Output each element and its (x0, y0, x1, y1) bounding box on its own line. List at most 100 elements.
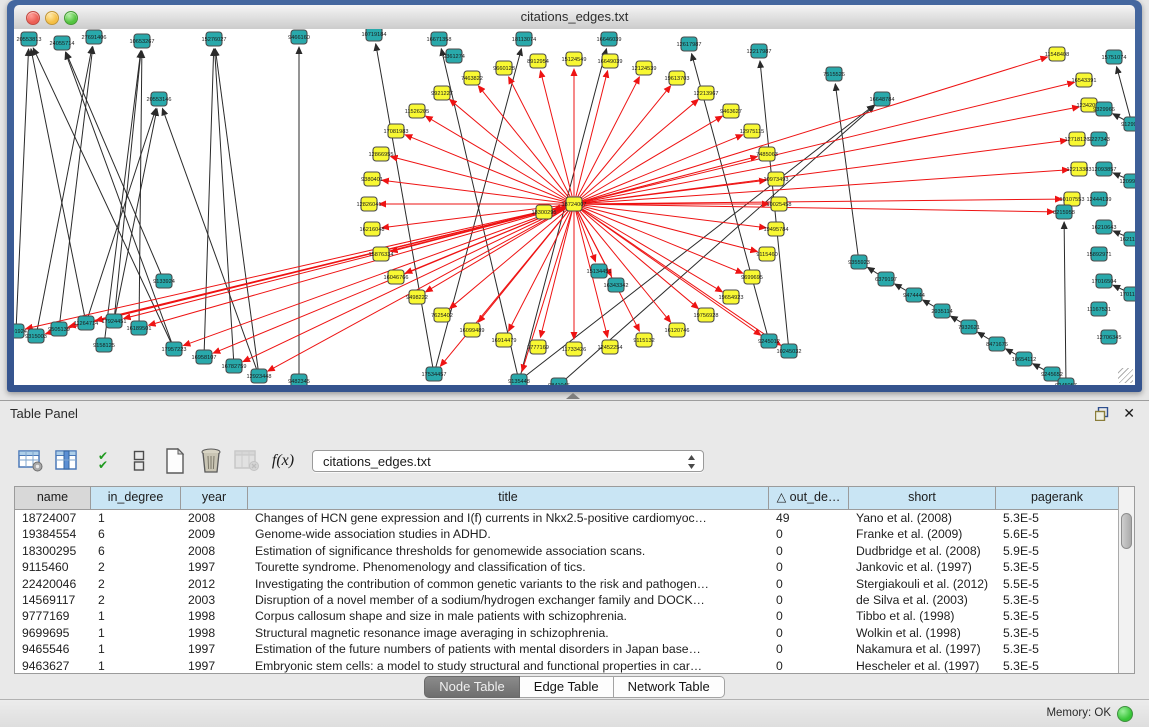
table-cell[interactable]: Hescheler et al. (1997) (849, 658, 996, 673)
table-cell[interactable]: 2 (91, 592, 181, 608)
graph-edge[interactable] (1064, 222, 1066, 385)
table-cell[interactable]: 2 (91, 576, 181, 592)
table-cell[interactable]: 1 (91, 641, 181, 657)
table-row[interactable]: 1872400712008Changes of HCN gene express… (15, 510, 1118, 526)
table-cell[interactable]: 5.3E-5 (996, 641, 1118, 657)
graph-edge[interactable] (574, 82, 1074, 204)
table-cell[interactable]: 5.3E-5 (996, 608, 1118, 624)
table-cell[interactable]: Investigating the contribution of common… (248, 576, 769, 592)
column-header-name[interactable]: name (15, 487, 91, 509)
table-cell[interactable]: 2008 (181, 510, 248, 526)
close-panel-icon[interactable]: ✕ (1123, 405, 1135, 422)
table-cell[interactable]: 9465546 (15, 641, 91, 657)
table-cell[interactable]: 1 (91, 658, 181, 673)
table-cell[interactable]: 0 (769, 559, 849, 575)
memory-ok-indicator[interactable] (1117, 706, 1133, 722)
table-cell[interactable]: 49 (769, 510, 849, 526)
table-cell[interactable]: 1 (91, 510, 181, 526)
tab-node-table[interactable]: Node Table (424, 676, 520, 698)
table-row[interactable]: 969969511998Structural magnetic resonanc… (15, 625, 1118, 641)
column-visibility-icon[interactable] (52, 447, 82, 475)
table-cell[interactable]: Corpus callosum shape and size in male p… (248, 608, 769, 624)
table-cell[interactable]: Disruption of a novel member of a sodium… (248, 592, 769, 608)
graph-edge[interactable] (835, 84, 859, 262)
table-cell[interactable]: 18724007 (15, 510, 91, 526)
table-cell[interactable]: Dudbridge et al. (2008) (849, 543, 996, 559)
table-cell[interactable]: 1997 (181, 641, 248, 657)
table-row[interactable]: 1456911722003Disruption of a novel membe… (15, 592, 1118, 608)
table-row[interactable]: 1830029562008Estimation of significance … (15, 543, 1118, 559)
graph-edge[interactable] (31, 49, 86, 323)
table-cell[interactable]: 0 (769, 641, 849, 657)
graph-edge[interactable] (478, 86, 574, 204)
graph-edge[interactable] (574, 199, 1062, 204)
table-cell[interactable]: 1998 (181, 625, 248, 641)
table-cell[interactable]: Estimation of the future numbers of pati… (248, 641, 769, 657)
graph-edge[interactable] (104, 51, 141, 345)
table-row[interactable]: 911546021997Tourette syndrome. Phenomeno… (15, 559, 1118, 575)
select-all-icon[interactable]: ✔✔ (88, 447, 118, 475)
table-cell[interactable]: 0 (769, 592, 849, 608)
graph-edge[interactable] (574, 140, 1067, 204)
tab-edge-table[interactable]: Edge Table (520, 676, 614, 698)
graph-edge[interactable] (16, 49, 29, 331)
function-builder-icon[interactable]: f(x) (268, 447, 298, 475)
graph-edge[interactable] (574, 170, 1069, 204)
table-cell[interactable]: 2 (91, 559, 181, 575)
table-row[interactable]: 946362711997Embryonic stem cells: a mode… (15, 658, 1118, 673)
table-vertical-scrollbar[interactable] (1118, 487, 1134, 673)
table-cell[interactable]: 2003 (181, 592, 248, 608)
table-row[interactable]: 2242004622012Investigating the contribut… (15, 576, 1118, 592)
unselect-rows-icon[interactable] (124, 447, 154, 475)
graph-edge[interactable] (149, 204, 574, 325)
table-cell[interactable]: de Silva et al. (2003) (849, 592, 996, 608)
graph-edge[interactable] (215, 49, 234, 366)
column-header-title[interactable]: title (248, 487, 769, 509)
table-cell[interactable]: 5.3E-5 (996, 625, 1118, 641)
table-cell[interactable]: 9699695 (15, 625, 91, 641)
delete-column-icon[interactable] (196, 447, 226, 475)
table-cell[interactable]: 0 (769, 608, 849, 624)
graph-edge[interactable] (59, 47, 93, 329)
table-cell[interactable]: Tourette syndrome. Phenomenology and cla… (248, 559, 769, 575)
table-cell[interactable]: 0 (769, 526, 849, 542)
table-cell[interactable]: 5.3E-5 (996, 510, 1118, 526)
table-cell[interactable]: 14569117 (15, 592, 91, 608)
table-cell[interactable]: Estimation of significance thresholds fo… (248, 543, 769, 559)
new-table-icon[interactable] (160, 447, 190, 475)
graph-edge[interactable] (86, 109, 156, 323)
window-resize-grip-icon[interactable] (1118, 368, 1133, 383)
table-cell[interactable]: 9115460 (15, 559, 91, 575)
scrollbar-thumb[interactable] (1121, 513, 1132, 549)
graph-edge[interactable] (574, 204, 1054, 212)
table-settings-icon[interactable] (16, 447, 46, 475)
table-cell[interactable]: 1 (91, 608, 181, 624)
table-row[interactable]: 946554611997Estimation of the future num… (15, 641, 1118, 657)
table-cell[interactable]: Franke et al. (2009) (849, 526, 996, 542)
network-graph[interactable]: 1872400710025458194957849115460969969519… (14, 29, 1135, 385)
column-header-year[interactable]: year (181, 487, 248, 509)
network-canvas[interactable]: 1872400710025458194957849115460969969519… (14, 29, 1135, 385)
tab-network-table[interactable]: Network Table (614, 676, 725, 698)
column-header-pagerank[interactable]: pagerank (996, 487, 1118, 509)
table-cell[interactable]: 6 (91, 526, 181, 542)
table-cell[interactable]: Stergiakouli et al. (2012) (849, 576, 996, 592)
table-cell[interactable]: 2009 (181, 526, 248, 542)
column-header-out-de-[interactable]: △ out_de… (769, 487, 849, 509)
graph-edge[interactable] (204, 49, 214, 357)
splitter-grip[interactable] (566, 393, 580, 399)
table-cell[interactable]: 1998 (181, 608, 248, 624)
table-cell[interactable]: 6 (91, 543, 181, 559)
table-cell[interactable]: 0 (769, 625, 849, 641)
table-cell[interactable]: Yano et al. (2008) (849, 510, 996, 526)
graph-edge[interactable] (114, 51, 141, 321)
table-cell[interactable]: 5.5E-5 (996, 576, 1118, 592)
table-cell[interactable]: 5.3E-5 (996, 559, 1118, 575)
table-cell[interactable]: 2008 (181, 543, 248, 559)
graph-edge[interactable] (215, 49, 259, 376)
table-cell[interactable]: 22420046 (15, 576, 91, 592)
table-cell[interactable]: 2012 (181, 576, 248, 592)
table-cell[interactable]: 0 (769, 543, 849, 559)
table-cell[interactable]: Wolkin et al. (1998) (849, 625, 996, 641)
table-cell[interactable]: 0 (769, 576, 849, 592)
